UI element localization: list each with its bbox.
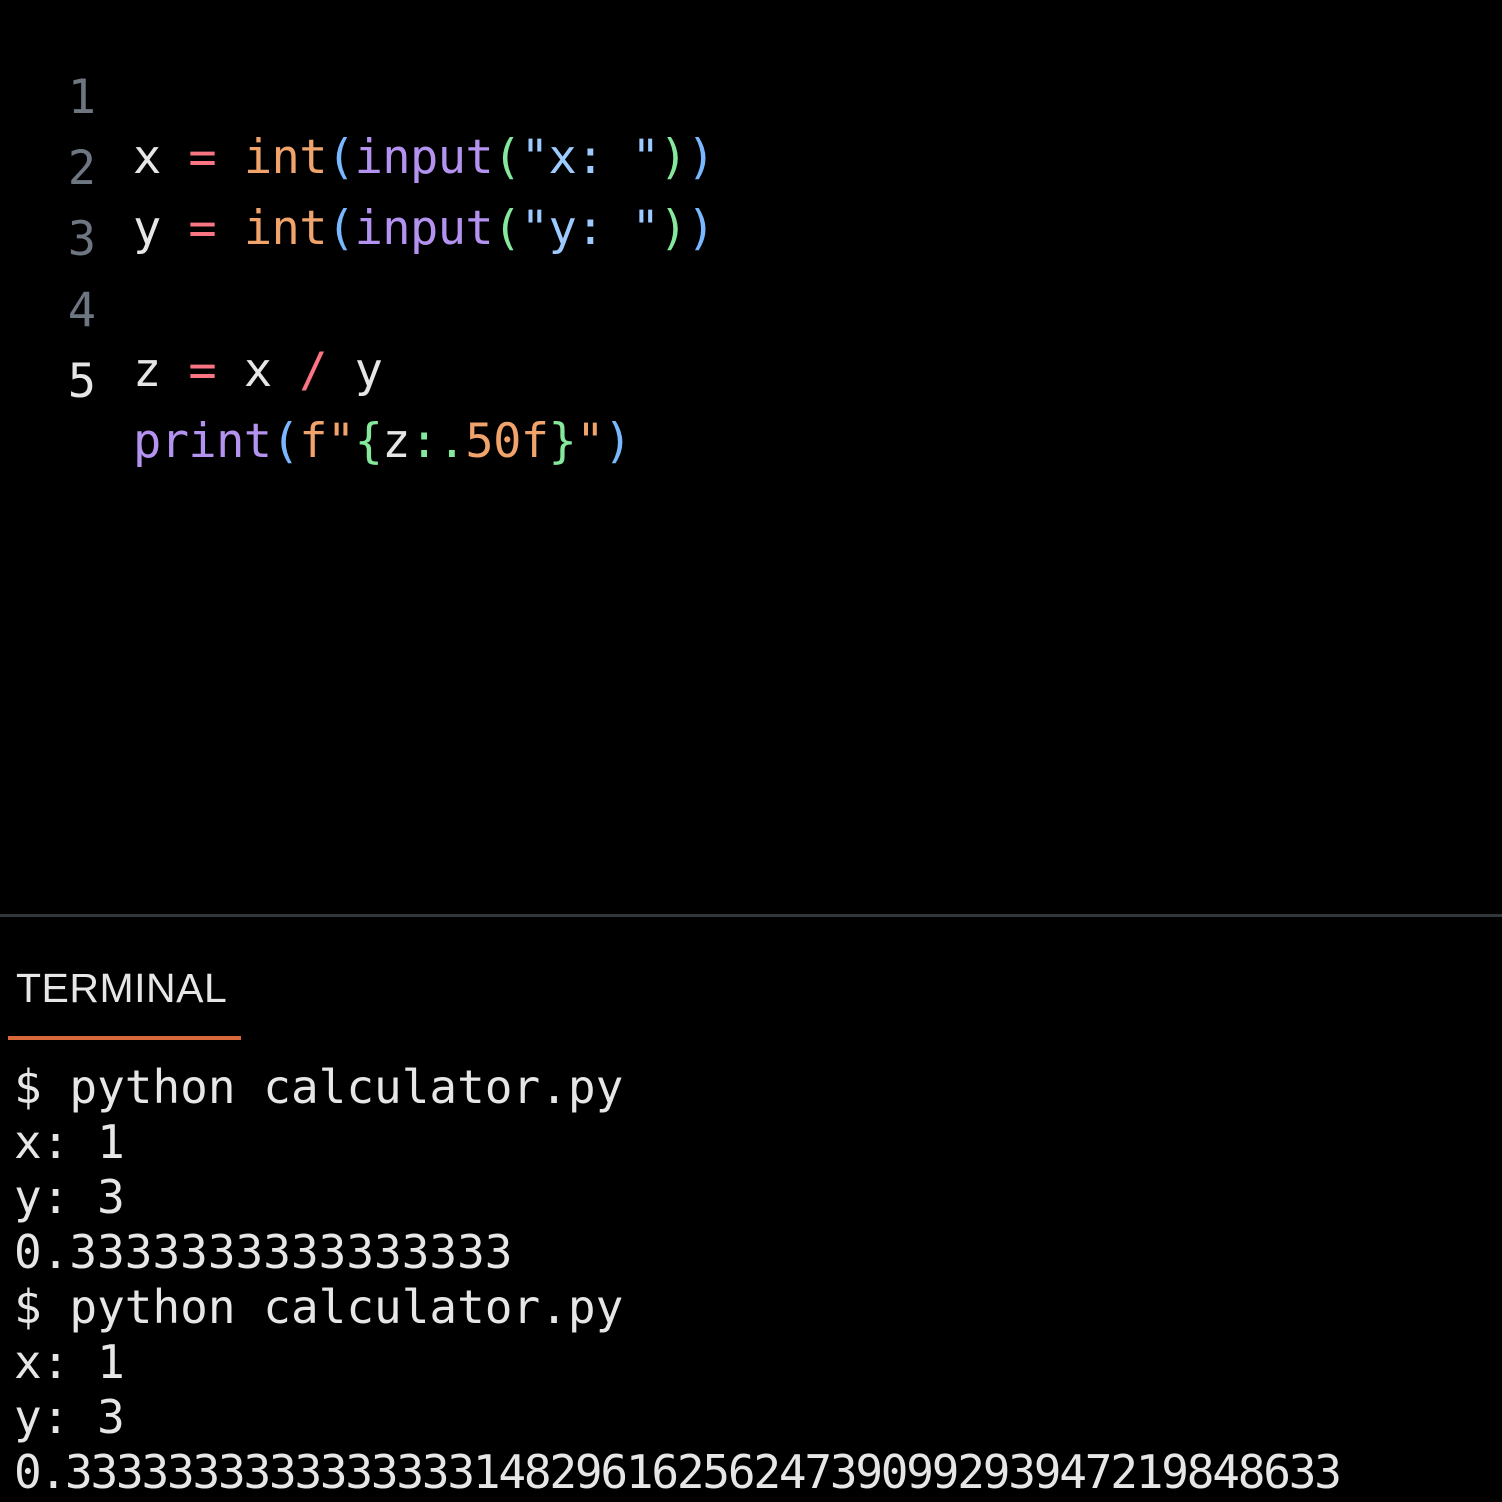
code-line-3[interactable]: 3 [0, 150, 170, 267]
token-fstring-prefix: f" [299, 414, 355, 469]
token-paren: ( [326, 130, 355, 185]
tab-terminal-label: TERMINAL [16, 965, 228, 1011]
line-number-active: 5 [67, 354, 96, 409]
token-function: input [354, 130, 494, 185]
token-paren: ) [659, 201, 687, 256]
code-line-4[interactable]: 4 z = x / y [0, 221, 383, 398]
code-line-1[interactable]: 1 x = int(input("x: ")) [0, 8, 716, 185]
token-builtin: int [243, 201, 328, 256]
code-text[interactable]: print(f"{z:.50f}") [133, 412, 632, 472]
terminal-line: x: 1 [14, 1115, 125, 1169]
terminal-line: 0.3333333333333333 [14, 1225, 513, 1279]
token-operator: = [188, 343, 217, 398]
terminal-line: x: 1 [14, 1335, 125, 1389]
token-paren: ) [686, 130, 715, 185]
token-paren: ( [493, 130, 521, 185]
token-paren: ) [603, 414, 632, 469]
ide-window: 1 x = int(input("x: ")) 2 y = int(input(… [0, 0, 1502, 1502]
token-string-quote: " [576, 414, 604, 469]
token-variable: y [354, 343, 383, 398]
code-editor[interactable]: 1 x = int(input("x: ")) 2 y = int(input(… [0, 0, 1502, 914]
terminal-line: $ python calculator.py [14, 1280, 624, 1334]
active-tab-indicator [8, 1036, 241, 1040]
token-paren: ( [326, 201, 355, 256]
code-text[interactable]: x = int(input("x: ")) [133, 128, 715, 188]
token-paren: ) [686, 201, 715, 256]
terminal-line: $ python calculator.py [14, 1060, 624, 1114]
terminal-line: y: 3 [14, 1170, 125, 1224]
code-text[interactable]: y = int(input("y: ")) [133, 199, 715, 259]
token-function: input [354, 201, 494, 256]
token-function: print [133, 414, 272, 469]
token-number: 50f [465, 414, 549, 469]
token-paren: ( [493, 201, 521, 256]
token-operator: = [188, 130, 217, 185]
tab-terminal[interactable]: TERMINAL [8, 957, 241, 1043]
token-builtin: int [243, 130, 328, 185]
terminal-output[interactable]: $ python calculator.py x: 1 y: 3 0.33333… [14, 1060, 1502, 1500]
token-string: "x: " [520, 130, 660, 185]
token-variable: x [243, 343, 272, 398]
token-operator: = [188, 201, 217, 256]
token-format-spec: :. [410, 414, 466, 469]
code-text[interactable]: z = x / y [133, 341, 383, 401]
terminal-line: 0.33333333333333331482961625624739099293… [14, 1445, 1342, 1499]
terminal-panel: TERMINAL $ python calculator.py x: 1 y: … [0, 917, 1502, 1502]
token-brace: { [354, 414, 383, 469]
token-variable: z [382, 414, 410, 469]
token-operator: / [299, 343, 327, 398]
code-line-2[interactable]: 2 y = int(input("y: ")) [0, 79, 716, 256]
token-paren: ( [271, 414, 300, 469]
token-string: "y: " [520, 201, 660, 256]
token-paren: ) [659, 130, 687, 185]
code-line-5[interactable]: 5 print(f"{z:.50f}") [0, 292, 632, 469]
terminal-line: y: 3 [14, 1390, 125, 1444]
token-brace: } [548, 414, 577, 469]
